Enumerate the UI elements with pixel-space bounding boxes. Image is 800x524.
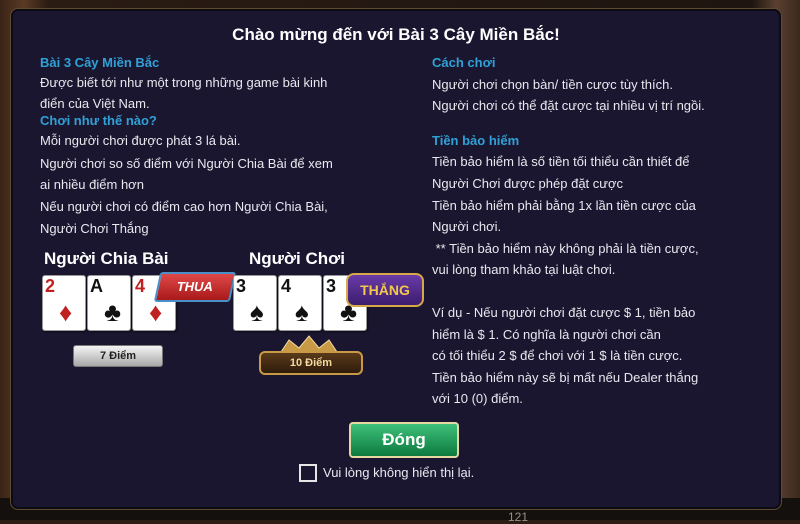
insurance-heading: Tiền bảo hiểm [432,133,520,148]
win-badge: THẮNG [346,273,424,307]
dont-show-again-label[interactable]: Vui lòng không hiển thị lại. [323,465,474,480]
game-name-heading: Bài 3 Cây Miền Bắc [40,55,160,70]
how-to-play-heading: Chơi như thế nào? [40,113,157,128]
example-line-2: hiểm là $ 1. Có nghĩa là người chơi cần [432,327,661,342]
rules-dialog: Chào mừng đến với Bài 3 Cây Miền Bắc! Bà… [10,8,782,510]
background-number: 121 [508,510,529,524]
howto-line-2: Người chơi có thể đặt cược tại nhiều vị … [432,98,705,113]
example-line-3: có tối thiểu 2 $ để chơi với 1 $ là tiền… [432,348,683,363]
insurance-line-1: Tiền bảo hiểm là số tiền tối thiểu cần t… [432,154,690,169]
rule-line-3: ai nhiều điểm hơn [40,177,144,192]
close-button[interactable]: Đóng [349,422,459,458]
insurance-line-4: Người chơi. [432,219,502,234]
how-to-bet-heading: Cách chơi [432,55,496,70]
rule-line-5: Người Chơi Thắng [40,221,149,236]
player-score-plate: 10 Điểm [259,351,363,375]
insurance-line-6: vui lòng tham khảo tại luật chơi. [432,262,616,277]
insurance-line-2: Người Chơi được phép đặt cược [432,176,624,191]
dealer-card-2: A ♣ [87,275,131,331]
intro-line-1: Được biết tới như một trong những game b… [40,75,328,90]
dealer-card-1: 2 ♦ [42,275,86,331]
crown-ornament-icon [280,335,338,352]
rule-line-4: Nếu người chơi có điểm cao hơn Người Chi… [40,199,328,214]
howto-line-1: Người chơi chọn bàn/ tiền cược tùy thích… [432,77,673,92]
dealer-score-plate: 7 Điểm [73,345,163,367]
example-line-5: với 10 (0) điểm. [432,391,523,406]
intro-line-2: điển của Việt Nam. [40,96,150,111]
dealer-label: Người Chia Bài [44,249,169,268]
player-card-2: 4 ♠ [278,275,322,331]
dialog-title: Chào mừng đến với Bài 3 Cây Miền Bắc! [232,25,560,44]
rule-line-2: Người chơi so số điểm với Người Chia Bài… [40,156,333,171]
insurance-line-5: ** Tiền bảo hiểm này không phải là tiền … [432,241,699,256]
player-card-1: 3 ♠ [233,275,277,331]
rule-line-1: Mỗi người chơi được phát 3 lá bài. [40,133,241,148]
lose-badge: THUA [153,272,237,302]
example-line-4: Tiền bảo hiểm này sẽ bị mất nếu Dealer t… [432,370,699,385]
dont-show-again-checkbox[interactable] [299,464,317,482]
insurance-line-3: Tiền bảo hiểm phải bằng 1x lần tiền cược… [432,198,696,213]
player-label: Người Chơi [249,249,345,268]
example-line-1: Ví dụ - Nếu người chơi đặt cược $ 1, tiề… [432,305,696,320]
